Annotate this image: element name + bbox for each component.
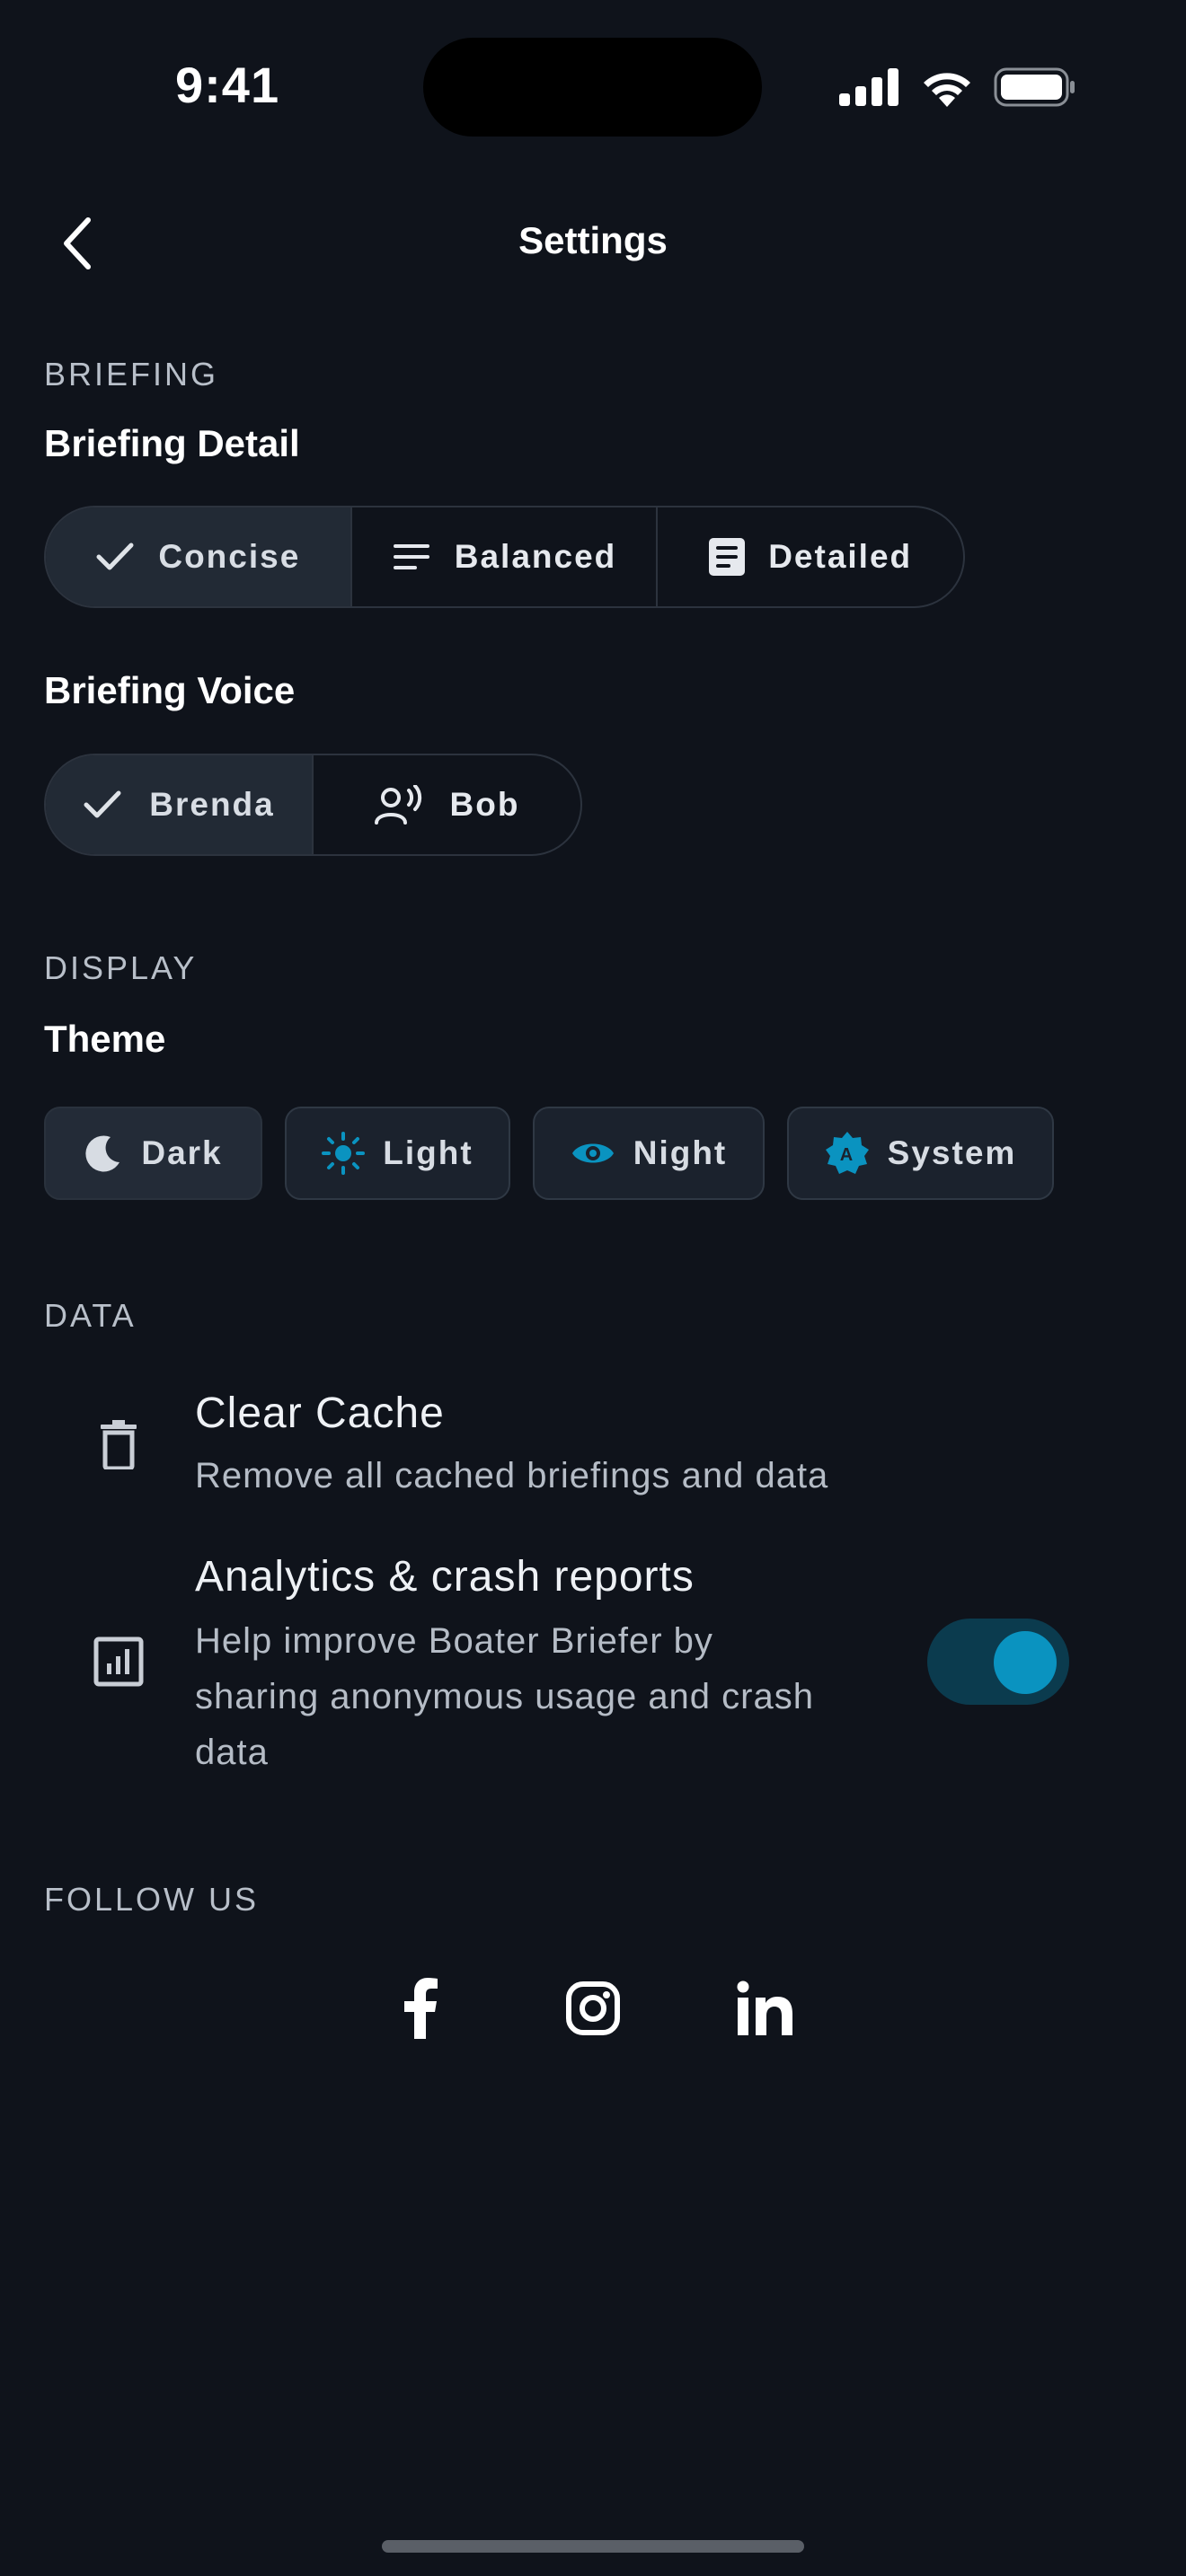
check-icon: [96, 543, 134, 570]
trash-icon-wrap: [87, 1413, 150, 1476]
section-label-display: DISPLAY: [44, 949, 198, 986]
section-label-data: DATA: [44, 1297, 137, 1334]
wifi-icon: [924, 73, 970, 107]
chip-label: Light: [383, 1134, 474, 1171]
segment-concise[interactable]: Concise: [46, 507, 352, 606]
analytics-subtitle-line-1: Help improve Boater Briefer by: [195, 1621, 713, 1661]
segment-label: Bob: [449, 786, 520, 823]
briefing-detail-title: Briefing Detail: [44, 422, 300, 464]
home-indicator: [382, 2540, 804, 2553]
svg-text:A: A: [839, 1145, 854, 1165]
moon-icon: [85, 1135, 120, 1172]
segment-label: Brenda: [149, 786, 275, 823]
auto-brightness-icon: A: [825, 1132, 869, 1174]
page-title: Settings: [518, 219, 668, 261]
theme-system-chip[interactable]: A System: [787, 1107, 1054, 1200]
chip-label: System: [887, 1134, 1017, 1171]
status-icons: [839, 65, 1076, 110]
voice-person-icon: [374, 785, 421, 825]
segment-label: Detailed: [768, 538, 913, 575]
toggle-knob: [994, 1631, 1057, 1694]
analytics-subtitle-line-2: sharing anonymous usage and crash: [195, 1677, 814, 1716]
theme-title: Theme: [44, 1018, 166, 1060]
chip-label: Dark: [141, 1134, 223, 1171]
analytics-subtitle-line-3: data: [195, 1733, 269, 1772]
theme-light-chip[interactable]: Light: [285, 1107, 510, 1200]
linkedin-link[interactable]: [730, 1972, 801, 2044]
theme-dark-chip[interactable]: Dark: [44, 1107, 262, 1200]
briefing-detail-segmented-control: Concise Balanced Detailed: [44, 506, 965, 608]
trash-icon: [101, 1420, 137, 1469]
sun-icon: [322, 1132, 366, 1175]
analytics-title: Analytics & crash reports: [195, 1553, 695, 1601]
section-label-follow-us: FOLLOW US: [44, 1881, 260, 1918]
check-icon: [84, 790, 121, 818]
battery-icon: [994, 67, 1075, 107]
lines-icon: [393, 544, 429, 569]
analytics-toggle[interactable]: [927, 1619, 1069, 1705]
section-label-briefing: BRIEFING: [44, 356, 219, 393]
instagram-link[interactable]: [557, 1972, 629, 2044]
clear-cache-subtitle: Remove all cached briefings and data: [195, 1456, 829, 1495]
status-time: 9:41: [175, 57, 280, 113]
facebook-link[interactable]: [385, 1972, 456, 2044]
briefing-voice-title: Briefing Voice: [44, 669, 296, 711]
segment-label: Balanced: [454, 538, 617, 575]
segment-bob[interactable]: Bob: [314, 755, 580, 854]
analytics-icon-wrap: [87, 1630, 150, 1693]
segment-brenda[interactable]: Brenda: [46, 755, 314, 854]
theme-night-chip[interactable]: Night: [533, 1107, 765, 1200]
segment-detailed[interactable]: Detailed: [658, 507, 963, 606]
dynamic-island: [423, 38, 762, 137]
facebook-icon: [404, 1978, 438, 2039]
linkedin-icon: [737, 1981, 792, 2035]
eye-icon: [571, 1143, 614, 1163]
cellular-signal-icon: [839, 68, 898, 106]
segment-label: Concise: [158, 538, 301, 575]
segment-balanced[interactable]: Balanced: [352, 507, 659, 606]
instagram-icon: [566, 1981, 620, 2035]
analytics-icon: [93, 1636, 144, 1687]
chip-label: Night: [633, 1134, 728, 1171]
document-icon: [709, 538, 746, 576]
clear-cache-title: Clear Cache: [195, 1389, 445, 1437]
briefing-voice-segmented-control: Brenda Bob: [44, 754, 582, 856]
